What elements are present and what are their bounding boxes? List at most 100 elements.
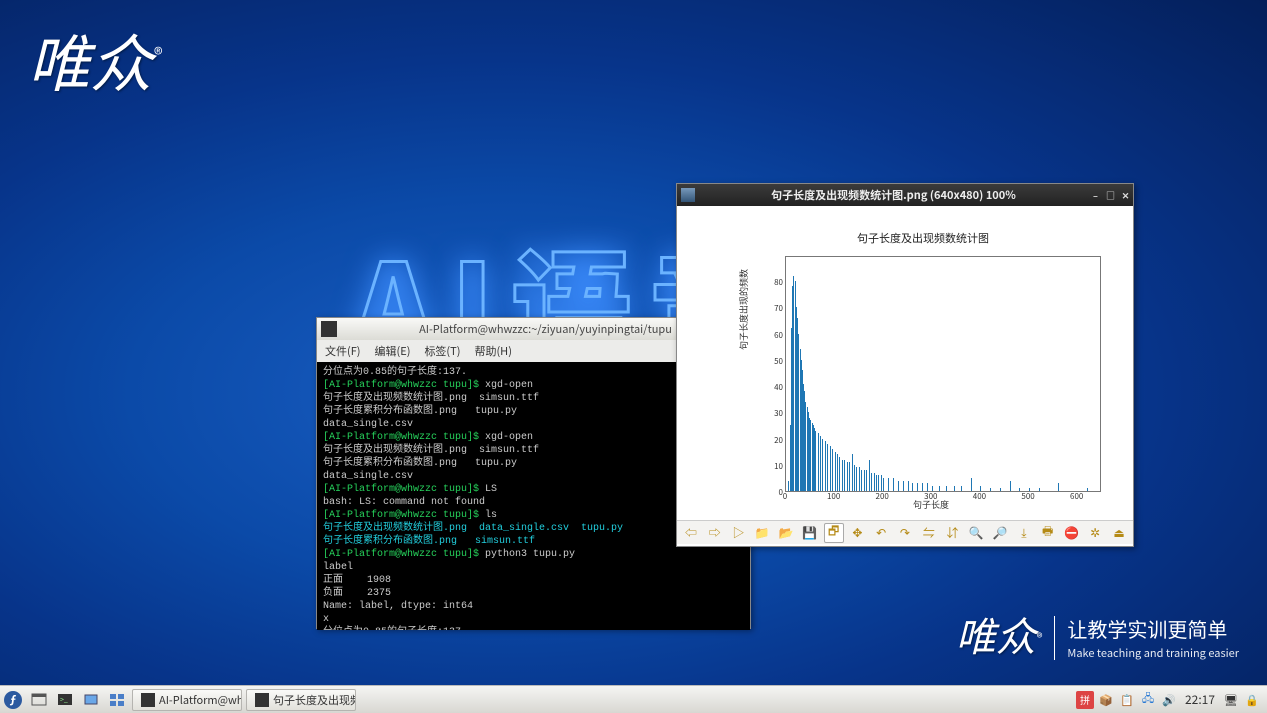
chart-ytick: 80 xyxy=(765,277,783,288)
image-viewer-window[interactable]: 句子长度及出现频数统计图.png (640x480) 100% – □ ✕ 句子… xyxy=(676,183,1134,547)
chart-bar xyxy=(869,460,870,491)
chart-bar xyxy=(898,481,899,491)
chart-bar xyxy=(856,467,857,491)
chart-bar xyxy=(820,436,821,491)
chart-bar xyxy=(849,462,850,491)
play-button[interactable]: ▷ xyxy=(729,523,749,543)
maximize-button[interactable]: □ xyxy=(1105,190,1116,201)
terminal-menu-item[interactable]: 标签(T) xyxy=(424,343,460,359)
delete-button[interactable]: ⛔ xyxy=(1062,523,1082,543)
chart-ytick: 10 xyxy=(765,461,783,472)
close-button[interactable]: ✕ xyxy=(1120,190,1131,201)
taskbar[interactable]: ƒ >_ AI-Platform@wh…句子长度及出现频… 拼 📦 📋 🖧 🔊 … xyxy=(0,685,1267,713)
chart-bar xyxy=(852,454,853,491)
chart-bar xyxy=(917,483,918,491)
chart-bar xyxy=(876,475,877,491)
chart-bar xyxy=(883,478,884,491)
chart-bar xyxy=(1087,488,1088,491)
folder-button[interactable]: 📁 xyxy=(752,523,772,543)
folder-open-button[interactable]: 📂 xyxy=(776,523,796,543)
tray-monitor-icon[interactable]: 🖥 xyxy=(1222,691,1240,709)
tray-package-icon[interactable]: 📦 xyxy=(1097,691,1115,709)
chart-bar xyxy=(874,473,875,491)
taskbar-tab-icon xyxy=(141,693,155,707)
chart-bar xyxy=(844,460,845,491)
zoom-out-button[interactable]: 🔍 xyxy=(966,523,986,543)
tray-network-icon[interactable]: 🖧 xyxy=(1139,691,1157,709)
chart: 句子长度及出现频数统计图 句子长度出现的频数 句子长度 010203040506… xyxy=(733,230,1113,512)
chart-bar xyxy=(818,433,819,491)
rotate-ccw-button[interactable]: ↶ xyxy=(871,523,891,543)
chart-bar xyxy=(1000,488,1001,491)
chart-xtick: 500 xyxy=(1021,491,1034,502)
terminal-menu-item[interactable]: 文件(F) xyxy=(325,343,361,359)
exit-button[interactable]: ⏏ xyxy=(1109,523,1129,543)
chart-bar xyxy=(946,486,947,491)
chart-xtick: 400 xyxy=(973,491,986,502)
fit-button[interactable]: ✥ xyxy=(848,523,868,543)
flip-v-button[interactable]: ⇵ xyxy=(943,523,963,543)
chart-ytick: 0 xyxy=(765,487,783,498)
show-desktop-button[interactable] xyxy=(80,689,102,711)
chart-plot-area xyxy=(785,256,1101,492)
ime-indicator[interactable]: 拼 xyxy=(1076,691,1094,709)
chart-xtick: 300 xyxy=(924,491,937,502)
terminal-menu-item[interactable]: 帮助(H) xyxy=(474,343,511,359)
window-list-button[interactable] xyxy=(106,689,128,711)
chart-ytick: 40 xyxy=(765,382,783,393)
chart-bar xyxy=(1058,483,1059,491)
chart-bar xyxy=(822,439,823,491)
rotate-cw-button[interactable]: ↷ xyxy=(895,523,915,543)
chart-bar xyxy=(1039,488,1040,491)
chart-bar xyxy=(939,486,940,491)
image-viewer-icon xyxy=(681,188,695,202)
start-menu-button[interactable]: ƒ xyxy=(2,689,24,711)
print-button[interactable]: 🖶 xyxy=(1038,523,1058,543)
minimize-button[interactable]: – xyxy=(1090,190,1101,201)
chart-bar xyxy=(815,431,816,491)
arrow-left-button[interactable]: ⇦ xyxy=(681,523,701,543)
prefs-button[interactable]: ✲ xyxy=(1085,523,1105,543)
terminal-menu-item[interactable]: 编辑(E) xyxy=(375,343,411,359)
terminal-icon xyxy=(321,321,337,337)
chart-bar xyxy=(866,470,867,491)
chart-bar xyxy=(954,486,955,491)
image-viewer-titlebar[interactable]: 句子长度及出现频数统计图.png (640x480) 100% – □ ✕ xyxy=(677,184,1133,206)
arrow-right-button[interactable]: ⇨ xyxy=(705,523,725,543)
save-button[interactable]: 💾 xyxy=(800,523,820,543)
image-viewer-toolbar[interactable]: ⇦⇨▷📁📂💾🗗✥↶↷⇋⇵🔍🔎⤓🖶⛔✲⏏ xyxy=(677,520,1133,544)
chart-bar xyxy=(922,483,923,491)
chart-bar xyxy=(859,467,860,491)
svg-text:>_: >_ xyxy=(60,695,68,705)
taskbar-tab-icon xyxy=(255,693,269,707)
image-viewer-canvas: 句子长度及出现频数统计图 句子长度出现的频数 句子长度 010203040506… xyxy=(681,210,1129,520)
chart-bar xyxy=(881,475,882,491)
zoom-in-button[interactable]: 🔎 xyxy=(990,523,1010,543)
terminal-launcher[interactable]: >_ xyxy=(54,689,76,711)
chart-bar xyxy=(847,462,848,491)
tray-lock-icon[interactable]: 🔒 xyxy=(1243,691,1261,709)
taskbar-tab[interactable]: AI-Platform@wh… xyxy=(132,689,242,711)
window-new-button[interactable]: 🗗 xyxy=(824,523,844,543)
chart-ytick: 60 xyxy=(765,330,783,341)
chart-xtick: 100 xyxy=(827,491,840,502)
chart-ytick: 30 xyxy=(765,408,783,419)
chart-bar xyxy=(839,457,840,491)
brand-logo-bottom: 唯众® 让教学实训更简单 Make teaching and training … xyxy=(956,614,1239,661)
chart-bar xyxy=(832,449,833,491)
chart-bar xyxy=(903,481,904,491)
image-viewer-title: 句子长度及出现频数统计图.png (640x480) 100% xyxy=(699,187,1088,203)
clock[interactable]: 22:17 xyxy=(1181,691,1219,708)
chart-ytick: 20 xyxy=(765,435,783,446)
tray-clipboard-icon[interactable]: 📋 xyxy=(1118,691,1136,709)
chart-bar xyxy=(971,478,972,491)
system-tray[interactable]: 拼 📦 📋 🖧 🔊 22:17 🖥 🔒 xyxy=(1076,691,1267,709)
tray-volume-icon[interactable]: 🔊 xyxy=(1160,691,1178,709)
export-button[interactable]: ⤓ xyxy=(1014,523,1034,543)
flip-h-button[interactable]: ⇋ xyxy=(919,523,939,543)
file-manager-launcher[interactable] xyxy=(28,689,50,711)
chart-bar xyxy=(961,486,962,491)
taskbar-tab[interactable]: 句子长度及出现频… xyxy=(246,689,356,711)
chart-bar xyxy=(871,473,872,491)
chart-bar xyxy=(842,460,843,491)
